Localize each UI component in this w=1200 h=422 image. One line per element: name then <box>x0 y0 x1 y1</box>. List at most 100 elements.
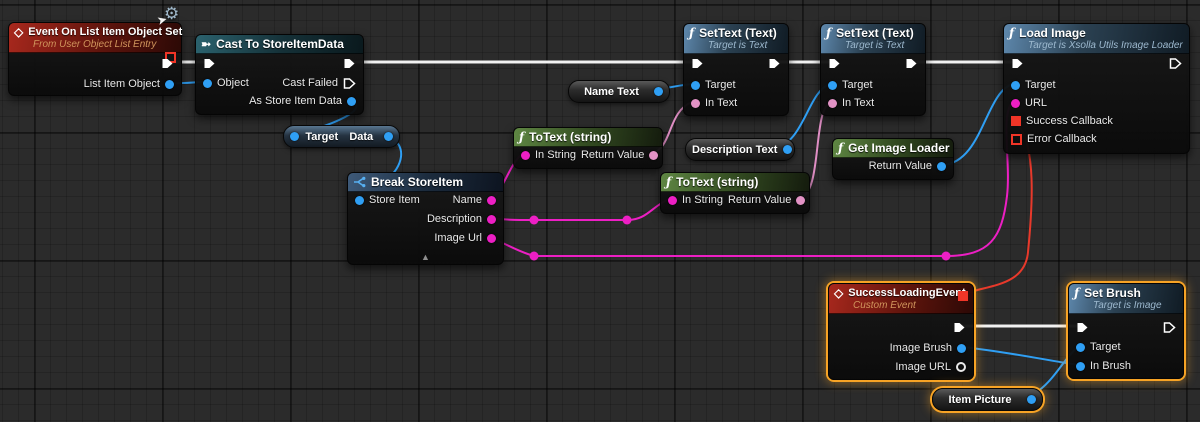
return-value-output-pin[interactable] <box>796 196 805 205</box>
data-output-pin[interactable] <box>384 132 393 141</box>
node-subtitle: Target is Image <box>1093 300 1175 311</box>
node-settext-description[interactable]: ƒ SetText (Text) Target is Text Target I… <box>820 23 926 116</box>
node-settext-name[interactable]: ƒ SetText (Text) Target is Text Target I… <box>683 23 789 116</box>
variable-label: Description Text <box>692 144 777 156</box>
node-header[interactable]: ƒ ToText (string) <box>514 128 662 147</box>
exec-output-pin[interactable] <box>1169 57 1182 70</box>
reroute-knots[interactable] <box>530 216 951 261</box>
node-header[interactable]: ➼ Cast To StoreItemData <box>196 35 363 54</box>
exec-output-pin[interactable] <box>161 57 174 70</box>
in-text-input-pin[interactable] <box>828 99 837 108</box>
node-header[interactable]: ƒ Get Image Loader <box>833 139 953 158</box>
pin-label: Cast Failed <box>282 77 338 89</box>
exec-output-pin[interactable] <box>905 57 918 70</box>
break-struct-icon <box>353 176 366 188</box>
node-break-storeitem[interactable]: Break StoreItem Store Item Name Descript… <box>347 172 504 265</box>
description-text-output-pin[interactable] <box>783 145 792 154</box>
object-input-pin[interactable] <box>203 79 212 88</box>
name-output-pin[interactable] <box>487 196 496 205</box>
node-title: SetText (Text) <box>836 26 914 40</box>
node-totext-name[interactable]: ƒ ToText (string) In String Return Value <box>513 127 663 169</box>
event-icon: ◇ <box>834 286 843 300</box>
node-subtitle: Custom Event <box>853 300 965 311</box>
return-value-output-pin[interactable] <box>937 162 946 171</box>
node-get-data[interactable]: Target Data <box>283 125 400 148</box>
target-input-pin[interactable] <box>290 132 299 141</box>
pin-label: Success Callback <box>1026 115 1113 127</box>
node-header[interactable]: ◇ SuccessLoadingEvent Custom Event <box>829 284 973 314</box>
node-header[interactable]: ƒ Load Image Target is Xsolla Utils Imag… <box>1004 24 1189 54</box>
node-cast-to-storeitemdata[interactable]: ➼ Cast To StoreItemData Object Cast Fail… <box>195 34 364 115</box>
exec-output-pin[interactable] <box>343 57 356 70</box>
node-get-image-loader[interactable]: ƒ Get Image Loader Return Value <box>832 138 954 180</box>
node-header[interactable]: ƒ SetText (Text) Target is Text <box>821 24 925 54</box>
node-event-on-list-item-object-set[interactable]: ◇ Event On List Item Object Set From Use… <box>8 22 182 96</box>
in-string-input-pin[interactable] <box>668 196 677 205</box>
node-title: Load Image <box>1019 26 1086 40</box>
blueprint-node-watermark-icon: ⚙ ➤ <box>156 4 186 31</box>
list-item-object-output-pin[interactable] <box>165 80 174 89</box>
in-brush-input-pin[interactable] <box>1076 362 1085 371</box>
node-title: ToText (string) <box>529 130 611 144</box>
exec-input-pin[interactable] <box>203 57 216 70</box>
node-get-name-text[interactable]: Name Text <box>568 80 670 103</box>
node-header[interactable]: ƒ Set Brush Target is Image <box>1069 284 1183 314</box>
node-header[interactable]: Break StoreItem <box>348 173 503 192</box>
exec-input-pin[interactable] <box>1011 57 1024 70</box>
return-value-output-pin[interactable] <box>649 151 658 160</box>
node-title: ToText (string) <box>676 175 758 189</box>
node-set-brush[interactable]: ƒ Set Brush Target is Image Target In Br… <box>1068 283 1184 379</box>
as-store-item-data-output-pin[interactable] <box>347 97 356 106</box>
pin-label: In Brush <box>1090 360 1131 372</box>
function-icon: ƒ <box>666 175 671 189</box>
pin-label: As Store Item Data <box>249 95 342 107</box>
target-input-pin[interactable] <box>691 81 700 90</box>
delegate-output-pin[interactable] <box>958 291 968 301</box>
store-item-input-pin[interactable] <box>355 196 364 205</box>
pin-label: In String <box>682 194 723 206</box>
item-picture-output-pin[interactable] <box>1027 395 1036 404</box>
event-icon: ◇ <box>14 25 23 39</box>
node-subtitle: Target is Text <box>845 40 917 51</box>
url-input-pin[interactable] <box>1011 99 1020 108</box>
target-input-pin[interactable] <box>1011 81 1020 90</box>
description-output-pin[interactable] <box>487 215 496 224</box>
node-get-item-picture[interactable]: Item Picture <box>932 388 1043 411</box>
image-brush-output-pin[interactable] <box>957 344 966 353</box>
node-totext-description[interactable]: ƒ ToText (string) In String Return Value <box>660 172 810 214</box>
cast-icon: ➼ <box>201 37 211 51</box>
wire-description-to-totext2 <box>489 199 669 220</box>
exec-output-pin[interactable] <box>953 321 966 334</box>
cast-failed-exec-pin[interactable] <box>343 77 356 90</box>
function-icon: ƒ <box>689 26 694 40</box>
node-success-loading-event[interactable]: ◇ SuccessLoadingEvent Custom Event Image… <box>828 283 974 380</box>
pin-label: Image Url <box>434 232 482 244</box>
target-input-pin[interactable] <box>828 81 837 90</box>
collapse-node-arrow[interactable]: ▲ <box>348 252 503 262</box>
pin-label: Object <box>217 77 249 89</box>
node-header[interactable]: ƒ SetText (Text) Target is Text <box>684 24 788 54</box>
function-icon: ƒ <box>519 130 524 144</box>
node-header[interactable]: ƒ ToText (string) <box>661 173 809 192</box>
node-title: Get Image Loader <box>848 141 949 155</box>
in-text-input-pin[interactable] <box>691 99 700 108</box>
pin-label: List Item Object <box>84 78 160 90</box>
exec-input-pin[interactable] <box>691 57 704 70</box>
node-title: SetText (Text) <box>699 26 777 40</box>
exec-output-pin[interactable] <box>768 57 781 70</box>
name-text-output-pin[interactable] <box>654 87 663 96</box>
exec-output-pin[interactable] <box>1163 321 1176 334</box>
in-string-input-pin[interactable] <box>521 151 530 160</box>
exec-input-pin[interactable] <box>1076 321 1089 334</box>
image-url-output-pin[interactable] <box>487 234 496 243</box>
error-callback-delegate-pin[interactable] <box>1011 134 1022 145</box>
target-input-pin[interactable] <box>1076 343 1085 352</box>
exec-input-pin[interactable] <box>828 57 841 70</box>
pin-label: Error Callback <box>1027 133 1097 145</box>
node-get-description-text[interactable]: Description Text <box>685 138 795 161</box>
image-url-output-pin[interactable] <box>956 362 966 372</box>
pin-label: Data <box>345 131 379 143</box>
blueprint-graph-canvas[interactable]: ⚙ ➤ ◇ Event On List Item Object Set From… <box>0 0 1200 422</box>
node-load-image[interactable]: ƒ Load Image Target is Xsolla Utils Imag… <box>1003 23 1190 154</box>
success-callback-delegate-pin[interactable] <box>1011 116 1021 126</box>
